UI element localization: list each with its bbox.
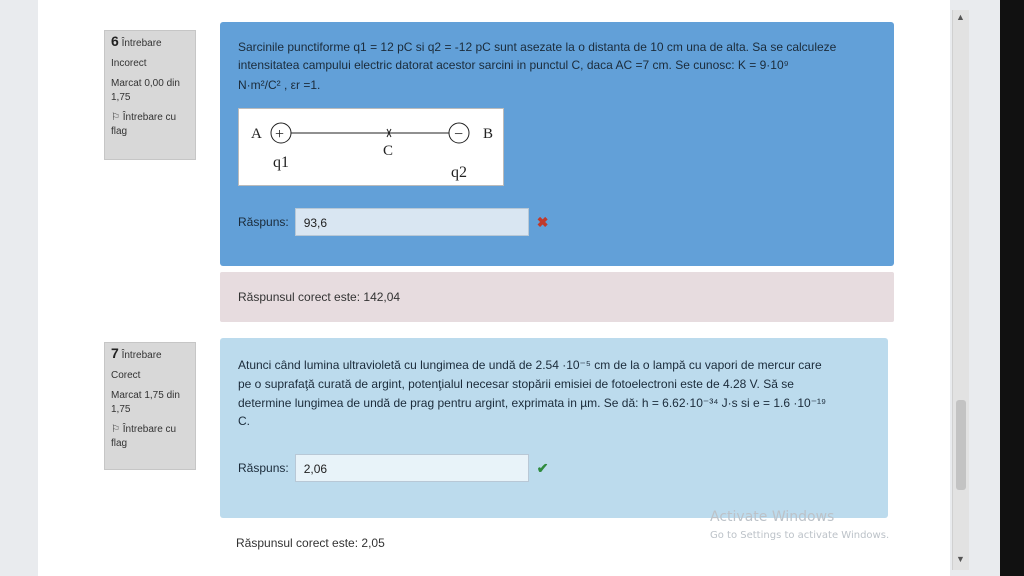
q7-flag-label: Întrebare cu flag: [111, 424, 177, 449]
flag-icon: ⚐: [111, 112, 120, 123]
plus-sign: +: [275, 126, 284, 143]
activate-windows-subtitle: Go to Settings to activate Windows.: [710, 530, 890, 541]
q6-question-word: Întrebare: [121, 38, 162, 49]
q6-status: Incorect: [111, 58, 147, 69]
quiz-page: 6 Întrebare Incorect Marcat 0,00 din 1,7…: [38, 0, 950, 576]
q7-text-line-3: determine lungimea de undă de prag pentr…: [238, 396, 827, 410]
scroll-down-icon[interactable]: ▼: [956, 554, 965, 564]
q6-flag-button[interactable]: ⚐ Întrebare cu flag: [111, 111, 189, 139]
q7-correct-answer: Răspunsul corect este: 2,05: [236, 536, 385, 550]
q7-text-line-2: pe o suprafaţă curată de argint, potenţi…: [238, 377, 794, 391]
scrollbar-thumb[interactable]: [956, 400, 966, 490]
q6-mark: Marcat 0,00 din 1,75: [111, 78, 180, 103]
flag-icon: ⚐: [111, 424, 120, 435]
label-q1: q1: [273, 154, 289, 171]
q6-text-line-3: N·m²/C² , εr =1.: [238, 78, 321, 92]
q7-question-box: Atunci când lumina ultravioletă cu lungi…: [220, 338, 888, 518]
q6-answer-input[interactable]: 93,6: [294, 208, 529, 236]
q6-charge-diagram: A + − B C q1 q2: [238, 108, 504, 186]
q7-info-panel: 7 Întrebare Corect Marcat 1,75 din 1,75 …: [104, 342, 196, 470]
q6-correct-answer: Răspunsul corect este: 142,04: [238, 290, 401, 304]
q7-question-word: Întrebare: [121, 350, 162, 361]
q6-answer-row: Răspuns: 93,6 ✖: [238, 208, 548, 236]
check-icon: ✔: [536, 459, 549, 476]
q6-question-box: Sarcinile punctiforme q1 = 12 pC si q2 =…: [220, 22, 894, 266]
label-b: B: [483, 126, 493, 142]
q6-number: 6: [111, 33, 119, 49]
q7-flag-button[interactable]: ⚐ Întrebare cu flag: [111, 423, 189, 451]
q6-text-line-2: intensitatea campului electric datorat a…: [238, 58, 789, 72]
scroll-up-icon[interactable]: ▲: [956, 12, 965, 22]
label-a: A: [251, 126, 262, 142]
q7-answer-input[interactable]: 2,06: [294, 454, 529, 482]
label-c: C: [383, 143, 393, 159]
q7-answer-row: Răspuns: 2,06 ✔: [238, 454, 548, 482]
q7-text-line-4: C.: [238, 414, 250, 428]
monitor-bezel: [1000, 0, 1024, 576]
q7-answer-label: Răspuns:: [238, 461, 289, 475]
q6-answer-label: Răspuns:: [238, 215, 289, 229]
label-q2: q2: [451, 164, 467, 181]
cross-icon: ✖: [536, 213, 549, 230]
q6-info-panel: 6 Întrebare Incorect Marcat 0,00 din 1,7…: [104, 30, 196, 160]
q7-text-line-1: Atunci când lumina ultravioletă cu lungi…: [238, 358, 822, 372]
q6-feedback: Răspunsul corect este: 142,04: [220, 272, 894, 322]
q7-mark: Marcat 1,75 din 1,75: [111, 390, 180, 415]
activate-windows-title: Activate Windows: [710, 509, 835, 525]
screen: 6 Întrebare Incorect Marcat 0,00 din 1,7…: [0, 0, 1000, 576]
q7-number: 7: [111, 345, 119, 361]
vertical-scrollbar[interactable]: ▲ ▼: [952, 10, 969, 570]
q6-flag-label: Întrebare cu flag: [111, 112, 177, 137]
minus-sign: −: [454, 126, 463, 143]
charge-diagram-svg: A + − B C q1 q2: [251, 122, 493, 181]
q7-status: Corect: [111, 370, 141, 381]
q6-text-line-1: Sarcinile punctiforme q1 = 12 pC si q2 =…: [238, 40, 837, 54]
